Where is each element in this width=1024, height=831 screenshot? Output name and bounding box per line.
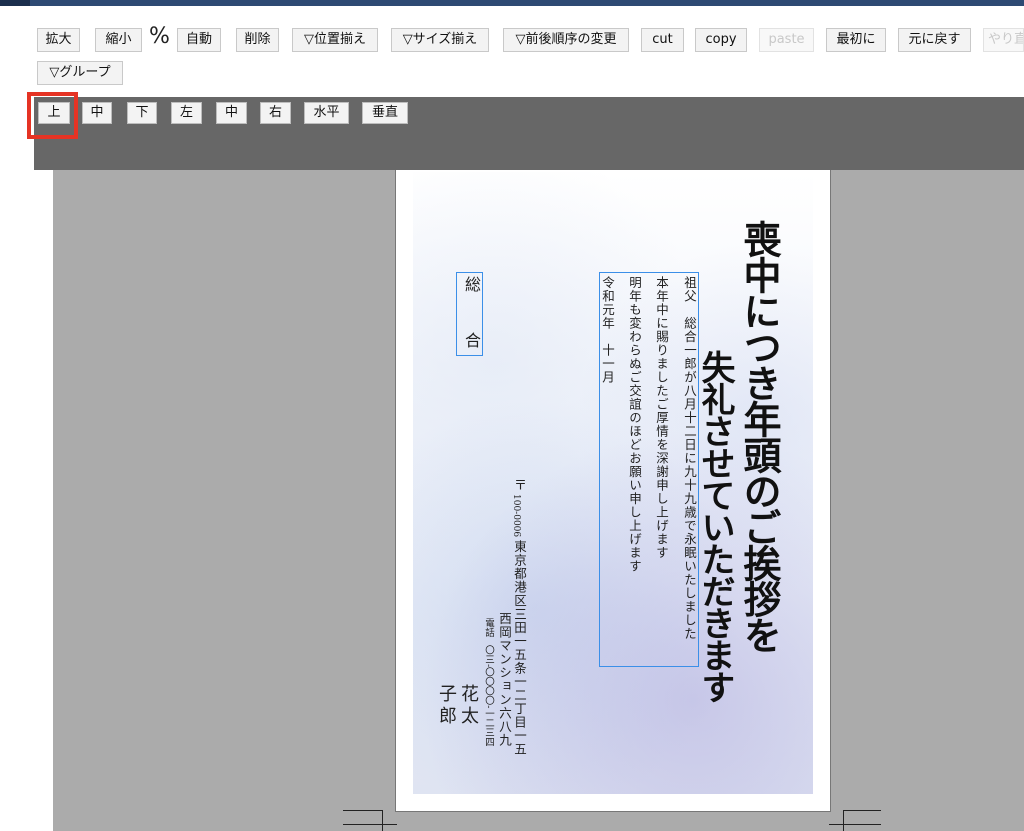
distribute-vertical-button[interactable]: 垂直 bbox=[362, 102, 408, 124]
zoom-percent-label: % bbox=[149, 24, 170, 49]
crop-mark bbox=[829, 824, 881, 825]
message-line-2: 本年中に賜りましたご厚情を深謝申し上げます bbox=[654, 276, 669, 560]
align-position-menu[interactable]: ▽位置揃え bbox=[292, 28, 378, 52]
recipient-name-2: 合 bbox=[462, 332, 481, 348]
zoom-out-button[interactable]: 縮小 bbox=[95, 28, 142, 52]
sender-name-column-2: 子郎 bbox=[436, 684, 457, 728]
order-change-menu[interactable]: ▽前後順序の変更 bbox=[503, 28, 629, 52]
cut-button[interactable]: cut bbox=[641, 28, 684, 52]
paste-button[interactable]: paste bbox=[759, 28, 814, 52]
auto-button[interactable]: 自動 bbox=[177, 28, 221, 52]
postal-code: 100-0006 bbox=[511, 494, 521, 538]
bring-to-front-button[interactable]: 最初に bbox=[826, 28, 886, 52]
toolbar: 拡大 縮小 % 自動 削除 ▽位置揃え ▽サイズ揃え ▽前後順序の変更 cut … bbox=[0, 0, 1024, 97]
undo-button[interactable]: 元に戻す bbox=[898, 28, 971, 52]
message-line-3: 明年も変わらぬご交誼のほどお願い申し上げます bbox=[627, 276, 642, 573]
align-bottom-button[interactable]: 下 bbox=[127, 102, 157, 124]
address-line-2: 西岡マンション六八九 bbox=[497, 612, 512, 747]
crop-mark bbox=[343, 810, 383, 811]
align-right-button[interactable]: 右 bbox=[260, 102, 291, 124]
distribute-horizontal-button[interactable]: 水平 bbox=[304, 102, 349, 124]
message-line-1: 祖父 総合一郎が八月十二日に九十九歳で永眠いたしました bbox=[682, 276, 697, 641]
recipient-name-1: 総 bbox=[462, 276, 481, 292]
zoom-in-button[interactable]: 拡大 bbox=[37, 28, 80, 52]
redo-button[interactable]: やり直す bbox=[983, 28, 1024, 52]
postal-mark: 〒 bbox=[511, 478, 526, 491]
crop-mark bbox=[382, 810, 383, 831]
heading-line-1[interactable]: 喪中につき年頭のご挨拶を bbox=[737, 220, 782, 652]
group-menu[interactable]: ▽グループ bbox=[37, 61, 123, 85]
copy-button[interactable]: copy bbox=[695, 28, 747, 52]
top-accent-bar bbox=[0, 0, 1024, 6]
crop-mark bbox=[343, 824, 397, 825]
phone-label: 電話 bbox=[483, 618, 494, 637]
delete-button[interactable]: 削除 bbox=[236, 28, 279, 52]
phone-number: 〇三-〇〇〇〇-一二三四 bbox=[483, 645, 494, 747]
crop-mark bbox=[843, 810, 844, 831]
align-center-button[interactable]: 中 bbox=[216, 102, 247, 124]
crop-mark bbox=[843, 810, 881, 811]
align-left-button[interactable]: 左 bbox=[171, 102, 202, 124]
heading-line-2[interactable]: 失礼させていただきます bbox=[695, 350, 735, 702]
align-size-menu[interactable]: ▽サイズ揃え bbox=[391, 28, 489, 52]
align-middle-button[interactable]: 中 bbox=[82, 102, 112, 124]
message-line-4: 令和元年 十一月 bbox=[600, 276, 615, 384]
selected-highlight bbox=[27, 92, 78, 139]
